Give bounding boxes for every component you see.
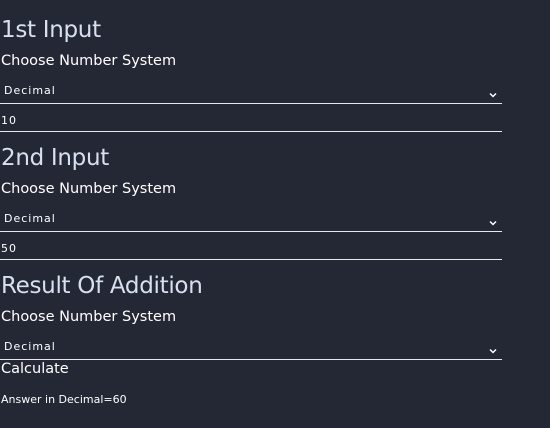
result-system-select[interactable]: Decimal	[0, 337, 502, 360]
input2-value-field-wrap	[0, 237, 502, 260]
input1-system-value: Decimal	[4, 84, 56, 97]
input2-system-select[interactable]: Decimal	[0, 209, 502, 232]
input2-value-field[interactable]	[0, 240, 491, 256]
chevron-down-icon	[488, 213, 498, 226]
input1-value-field[interactable]	[0, 112, 491, 128]
input2-choose-label: Choose Number System	[1, 181, 177, 197]
chevron-down-icon	[488, 85, 498, 98]
input1-title: 1st Input	[1, 17, 101, 43]
input1-choose-label: Choose Number System	[1, 53, 177, 69]
result-choose-label: Choose Number System	[1, 309, 177, 325]
calculate-button[interactable]: Calculate	[1, 361, 69, 377]
result-title: Result Of Addition	[1, 273, 203, 299]
input1-system-select[interactable]: Decimal	[0, 81, 502, 104]
input1-value-field-wrap	[0, 109, 502, 132]
answer-text: Answer in Decimal=60	[1, 393, 127, 406]
input2-title: 2nd Input	[1, 145, 109, 171]
result-system-value: Decimal	[4, 340, 56, 353]
input2-system-value: Decimal	[4, 212, 56, 225]
chevron-down-icon	[488, 341, 498, 354]
